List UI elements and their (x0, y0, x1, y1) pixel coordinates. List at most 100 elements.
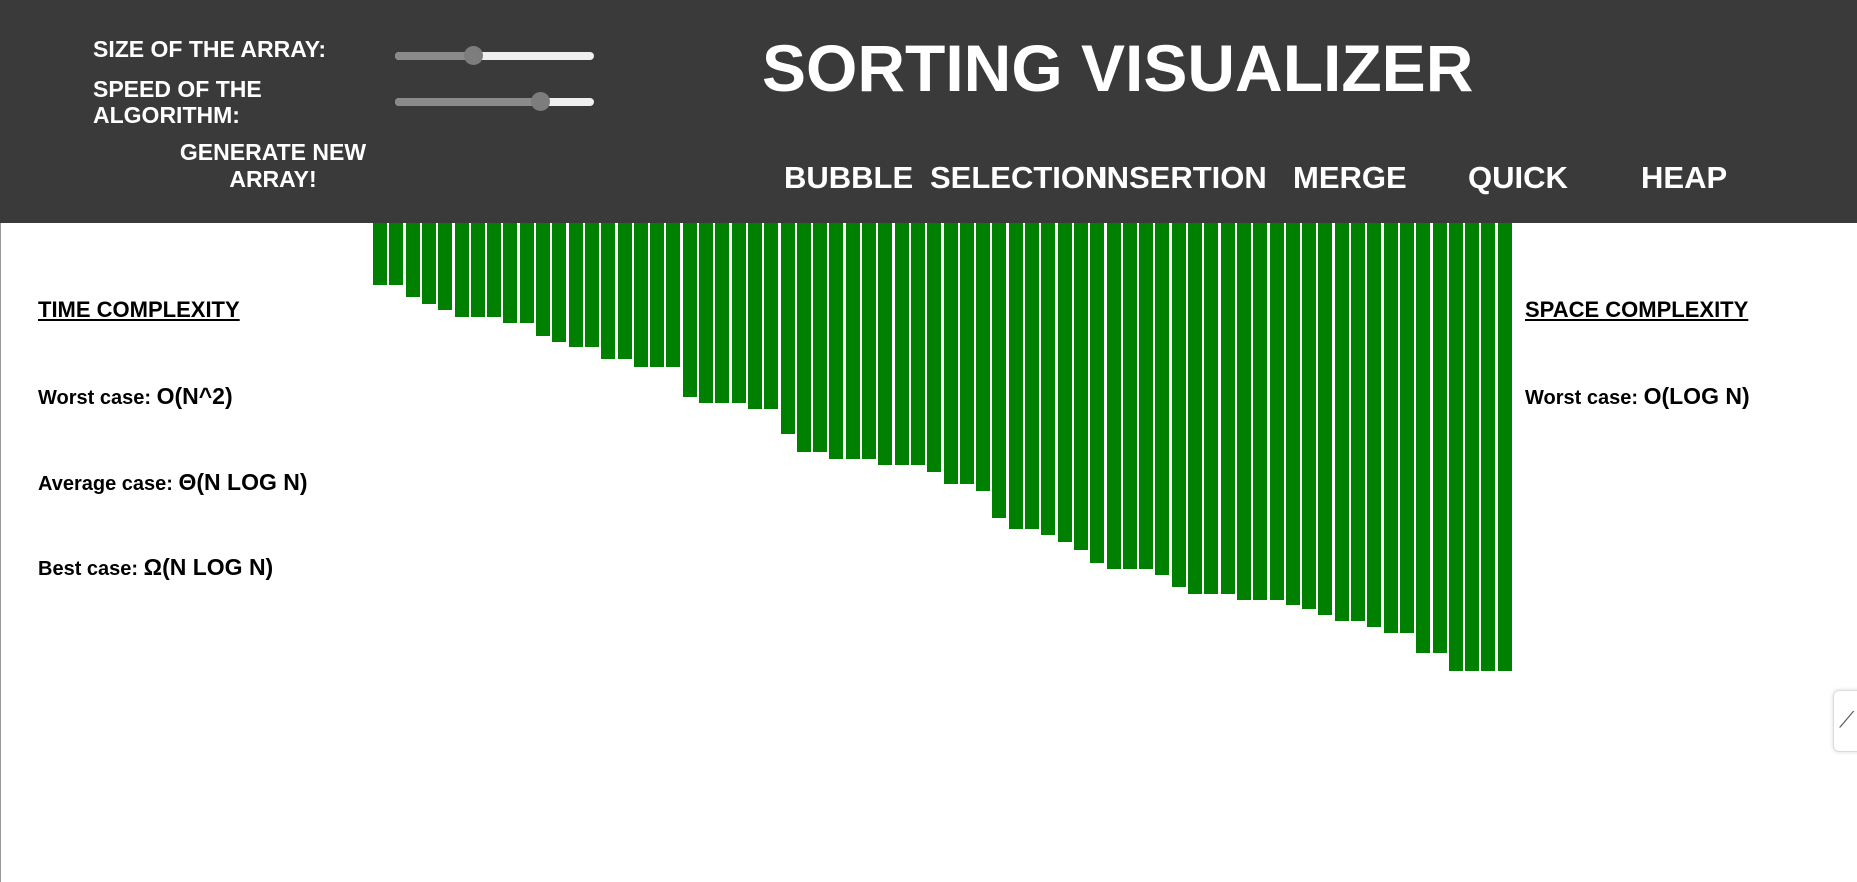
array-bar (813, 223, 828, 452)
array-bar (699, 223, 713, 403)
array-bar (1399, 223, 1414, 633)
array-bar (1481, 223, 1496, 671)
speed-slider-fill (395, 98, 541, 106)
array-bar (373, 223, 387, 285)
array-bar (764, 223, 779, 409)
array-bar (438, 223, 453, 310)
size-slider-thumb[interactable] (463, 46, 483, 65)
array-bar (1025, 223, 1039, 529)
array-bar (601, 223, 616, 359)
array-bar (1188, 223, 1202, 594)
speed-label-line1: SPEED OF THE (93, 76, 262, 102)
generate-array-button[interactable]: GENERATE NEW ARRAY! (160, 139, 386, 193)
time-best-label: Best case: (38, 558, 139, 580)
array-bar (682, 223, 697, 397)
array-bar (1432, 223, 1447, 653)
array-bar (633, 223, 648, 367)
array-bar (1106, 223, 1121, 569)
selection-sort-button[interactable]: SELECTION (930, 160, 1107, 196)
heap-sort-button[interactable]: HEAP (1641, 160, 1727, 196)
time-worst-label: Worst case: (38, 387, 152, 409)
array-bar (503, 223, 518, 323)
array-bar (731, 223, 746, 403)
array-bar (389, 223, 404, 285)
size-slider[interactable] (395, 46, 594, 65)
translate-icon: ⟋ (1839, 707, 1855, 732)
array-bar (650, 223, 665, 367)
size-slider-fill (395, 52, 473, 60)
array-bar (1090, 223, 1105, 563)
space-complexity-heading: SPACE COMPLEXITY (1525, 297, 1749, 322)
array-bar (405, 223, 420, 297)
array-bar (1448, 223, 1463, 671)
array-bar (552, 223, 567, 342)
array-bar (1465, 223, 1480, 671)
array-bar (894, 223, 909, 465)
array-bar (1367, 223, 1382, 627)
time-worst-case: Worst case: O(N^2) (38, 383, 233, 411)
array-bar (927, 223, 942, 472)
array-bar (1041, 223, 1056, 535)
array-bar (959, 223, 974, 484)
merge-sort-button[interactable]: MERGE (1293, 160, 1407, 196)
array-bar (1351, 223, 1365, 621)
time-best-value: Ω(N LOG N) (143, 554, 274, 580)
array-bar (470, 223, 485, 317)
side-panel-tab[interactable]: ⟋ (1833, 690, 1857, 752)
array-bar (1139, 223, 1154, 569)
array-bar (1008, 223, 1023, 529)
size-label: SIZE OF THE ARRAY: (93, 36, 326, 62)
time-average-value: Θ(N LOG N) (178, 469, 308, 495)
array-bar (943, 223, 958, 484)
array-bar (519, 223, 534, 323)
array-bar (584, 223, 599, 347)
array-bar (796, 223, 811, 452)
array-bar (454, 223, 469, 317)
array-bar (845, 223, 860, 459)
space-worst-value: O(LOG N) (1643, 383, 1750, 409)
generate-label-line2: ARRAY! (229, 166, 317, 192)
speed-slider-thumb[interactable] (531, 92, 551, 111)
quick-sort-button[interactable]: QUICK (1468, 160, 1568, 196)
array-bar (1497, 223, 1512, 671)
array-bar (617, 223, 632, 359)
array-bar (878, 223, 893, 465)
insertion-sort-button[interactable]: INSERTION (1098, 160, 1267, 196)
bubble-sort-button[interactable]: BUBBLE (784, 160, 913, 196)
array-bar (568, 223, 583, 347)
array-bar (1318, 223, 1333, 615)
array-bar (1302, 223, 1317, 609)
array-bar (1155, 223, 1170, 575)
array-bar (829, 223, 844, 459)
array-bar (666, 223, 681, 367)
array-bar (1416, 223, 1431, 653)
array-bar (1122, 223, 1137, 569)
time-best-case: Best case: Ω(N LOG N) (38, 554, 273, 582)
space-worst-label: Worst case: (1525, 387, 1639, 409)
space-worst-case: Worst case: O(LOG N) (1525, 383, 1750, 411)
array-bar (487, 223, 502, 317)
array-bar (1285, 223, 1300, 605)
array-bar (1171, 223, 1186, 587)
array-bar (1204, 223, 1219, 594)
time-complexity-heading: TIME COMPLEXITY (38, 297, 240, 322)
array-bar (536, 223, 550, 336)
page-left-border (0, 223, 1, 882)
array-bar (1269, 223, 1284, 600)
array-bar (1253, 223, 1268, 600)
array-bar (747, 223, 762, 409)
array-bar (976, 223, 991, 491)
array-bars (373, 223, 1512, 683)
speed-label-line2: ALGORITHM: (93, 102, 240, 128)
array-bar (862, 223, 876, 459)
array-bar (1220, 223, 1235, 594)
array-bar (715, 223, 730, 403)
time-average-case: Average case: Θ(N LOG N) (38, 469, 308, 497)
time-worst-value: O(N^2) (156, 383, 233, 409)
array-bar (1383, 223, 1398, 633)
speed-slider[interactable] (395, 92, 594, 111)
array-bar (910, 223, 925, 465)
array-bar (1236, 223, 1251, 600)
array-bar (780, 223, 795, 434)
header: SIZE OF THE ARRAY: SPEED OF THE ALGORITH… (0, 0, 1857, 223)
